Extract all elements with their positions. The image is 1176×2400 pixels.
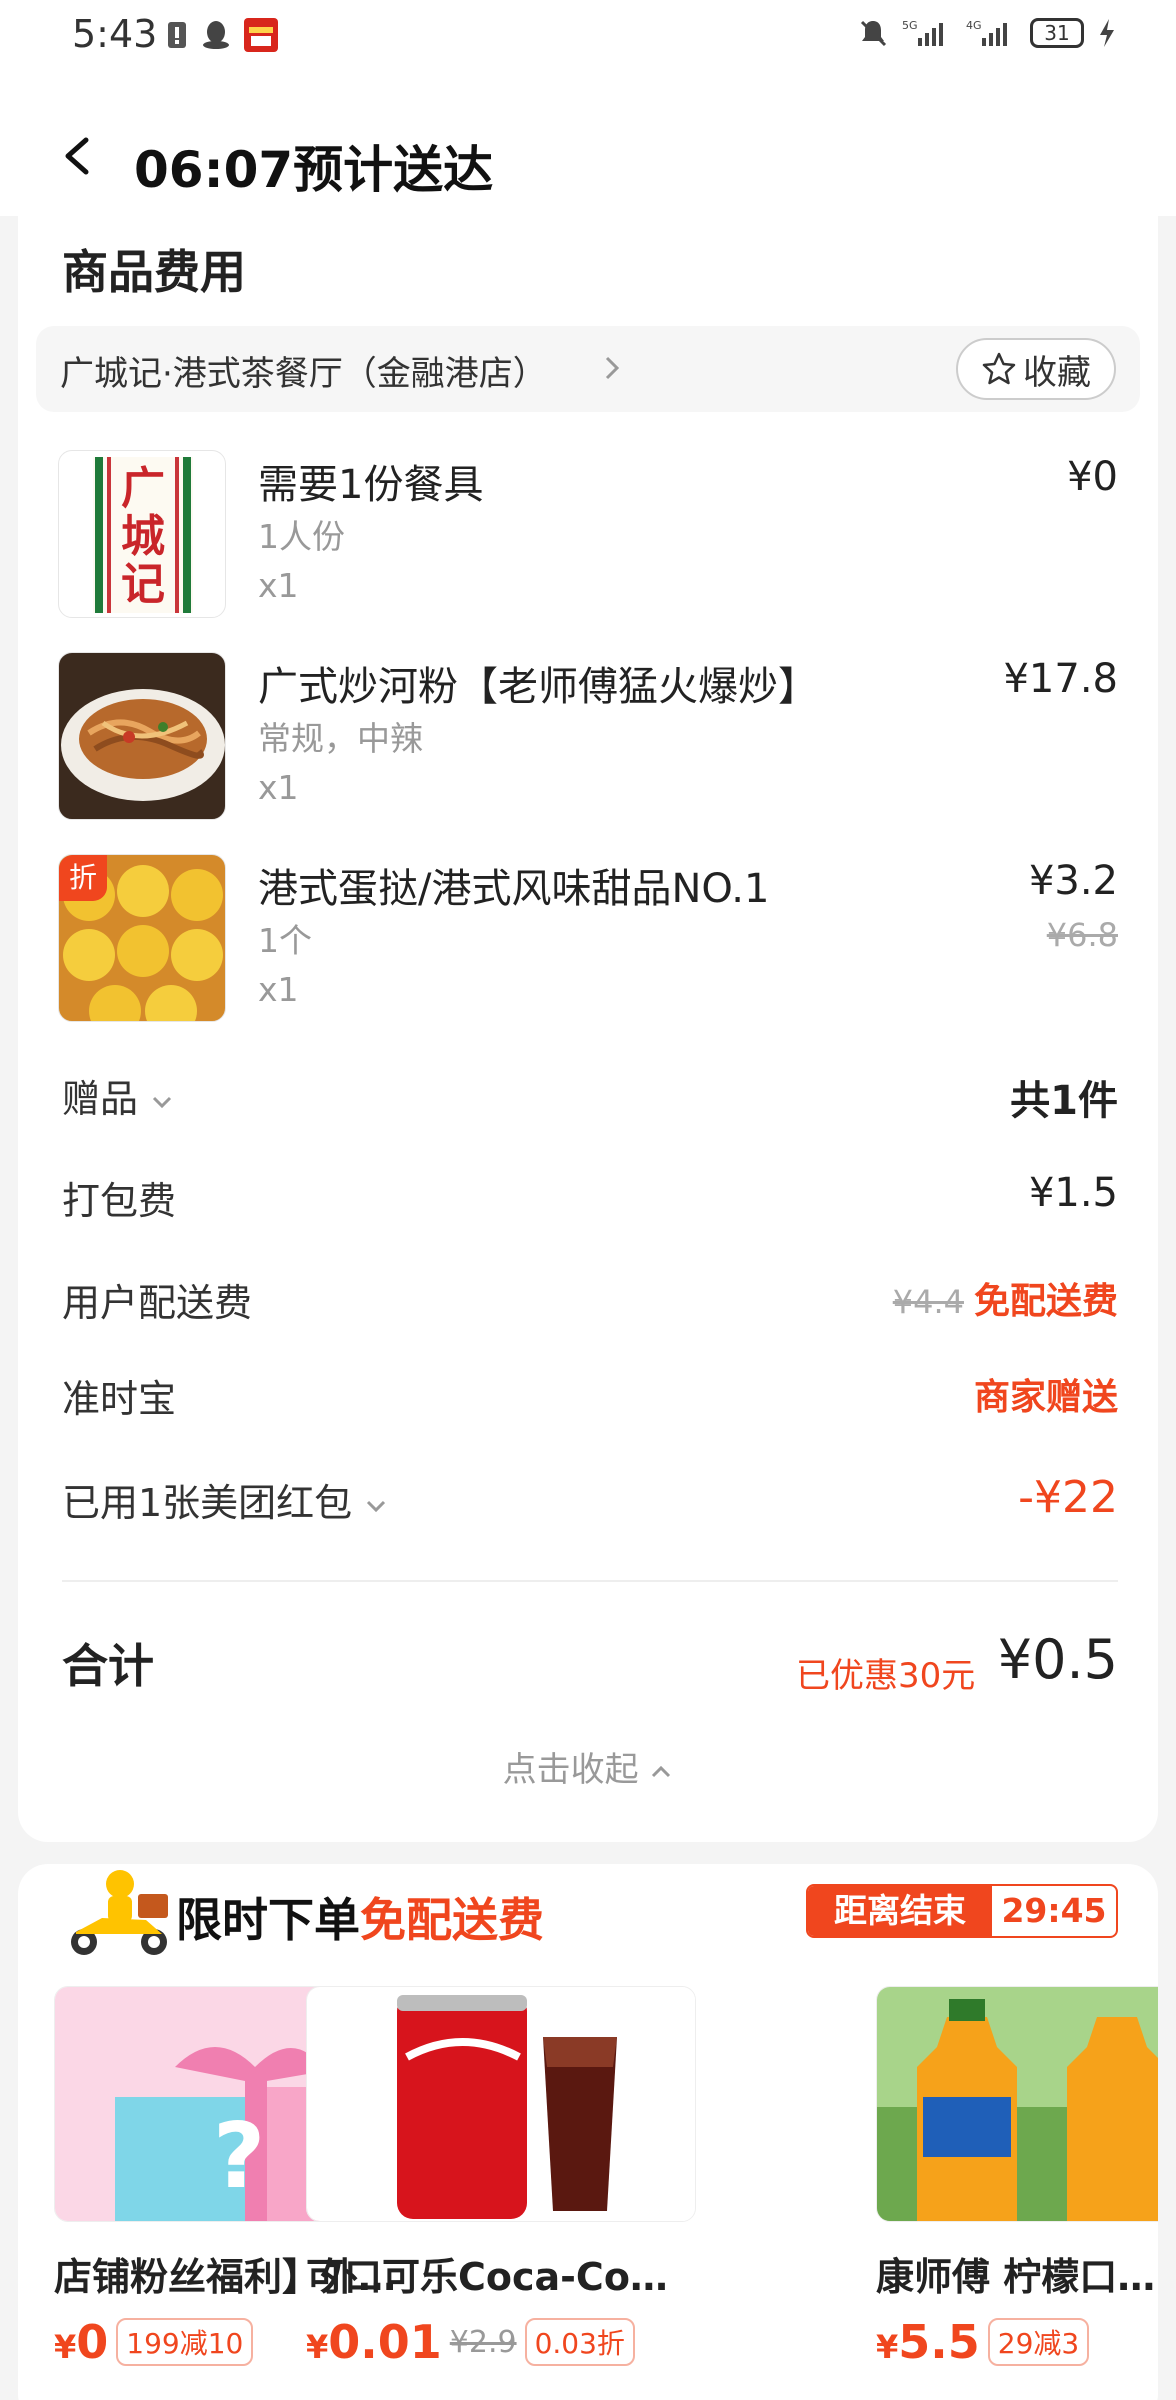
- countdown-timer: 距离结束 29:45: [806, 1884, 1118, 1938]
- item-thumbnail: 广城记: [58, 450, 226, 618]
- product-image: [876, 1986, 1158, 2222]
- thumb-brand-text: 广城记: [121, 463, 165, 610]
- packing-fee-row: 打包费 ¥1.5: [62, 1170, 1118, 1230]
- promo-section: 限时下单免配送费 距离结束 29:45 ? 店铺粉丝福利】外… ¥0 199减1…: [18, 1864, 1158, 2400]
- product-badge: 0.03折: [524, 2318, 635, 2366]
- item-spec: 1人份: [258, 517, 345, 556]
- ontime-row: 准时宝 商家赠送: [62, 1368, 1118, 1428]
- gift-label: 赠品: [62, 1068, 174, 1123]
- promo-product-card[interactable]: 可口可乐Coca-Co… ¥0.01 ¥2.9 0.03折: [306, 1986, 696, 2369]
- shop-row[interactable]: 广城记·港式茶餐厅（金融港店） 收藏: [36, 326, 1140, 412]
- chevron-up-icon: [652, 1765, 671, 1777]
- svg-text:?: ?: [213, 2104, 265, 2209]
- coupon-row[interactable]: 已用1张美团红包 -¥22: [62, 1472, 1118, 1532]
- page-header: 06:07预计送达: [0, 72, 1176, 216]
- ontime-label: 准时宝: [62, 1377, 177, 1421]
- item-name: 需要1份餐具: [258, 462, 484, 508]
- star-icon: [982, 352, 1016, 385]
- collapse-button[interactable]: 点击收起: [18, 1742, 1158, 1791]
- sim-alert-icon: [168, 22, 186, 48]
- order-item: 折 港式蛋挞/港式风味甜品NO.1 1个 x1 ¥3.2 ¥6.8: [58, 854, 1118, 1026]
- packing-fee-label: 打包费: [62, 1179, 177, 1223]
- divider: [62, 1580, 1118, 1582]
- back-arrow-icon[interactable]: [58, 136, 98, 176]
- chevron-down-icon: [367, 1500, 386, 1512]
- item-quantity: x1: [258, 970, 299, 1009]
- status-left-icons: [166, 18, 278, 52]
- coupon-label: 已用1张美团红包: [62, 1472, 388, 1527]
- chevron-right-icon: [605, 356, 620, 380]
- promo-title: 限时下单免配送费: [176, 1893, 544, 1947]
- total-label: 合计: [62, 1639, 154, 1693]
- item-original-price: ¥6.8: [1046, 916, 1118, 954]
- item-spec: 常规，中辣: [258, 719, 423, 758]
- favorite-label: 收藏: [1023, 352, 1091, 393]
- item-quantity: x1: [258, 566, 299, 605]
- qq-icon: [203, 21, 229, 49]
- item-price: ¥0: [1067, 454, 1118, 500]
- countdown-label: 距离结束: [808, 1886, 992, 1936]
- courier-scooter-icon: [71, 1870, 168, 1955]
- packing-fee-value: ¥1.5: [1028, 1170, 1118, 1216]
- delivery-original-fee: ¥4.4: [892, 1283, 964, 1321]
- item-thumbnail: [58, 652, 226, 820]
- mute-bell-icon: [860, 20, 887, 47]
- item-price: ¥3.2: [1028, 858, 1118, 904]
- item-thumbnail: 折: [58, 854, 226, 1022]
- ontime-value: 商家赠送: [973, 1377, 1118, 1418]
- product-badge: 29减3: [987, 2318, 1090, 2366]
- order-item: 广城记 需要1份餐具 1人份 x1 ¥0: [58, 450, 1118, 622]
- total-saved: 已优惠30元: [796, 1656, 976, 1696]
- product-name: 可口可乐Coca-Co…: [306, 2255, 668, 2299]
- coupon-value: -¥22: [1018, 1472, 1118, 1523]
- favorite-button[interactable]: 收藏: [956, 338, 1116, 400]
- item-name: 广式炒河粉【老师傅猛火爆炒】: [258, 664, 818, 710]
- free-delivery-text: 免配送费: [973, 1281, 1118, 1322]
- section-title: 商品费用: [62, 245, 246, 299]
- page-title: 06:07预计送达: [134, 141, 494, 199]
- item-name: 港式蛋挞/港式风味甜品NO.1: [258, 866, 770, 912]
- order-detail-card: 商品费用 广城记·港式茶餐厅（金融港店） 收藏 广城记 需要1份餐具 1人份 x…: [18, 216, 1158, 1842]
- gift-count: 共1件: [1010, 1078, 1118, 1124]
- order-item: 广式炒河粉【老师傅猛火爆炒】 常规，中辣 x1 ¥17.8: [58, 652, 1118, 824]
- product-price: ¥0.01: [306, 2315, 442, 2369]
- chevron-down-icon: [153, 1096, 172, 1108]
- status-right-icons: 5G 4G 31: [858, 18, 1116, 48]
- shop-name[interactable]: 广城记·港式茶餐厅（金融港店）: [60, 346, 547, 395]
- status-bar: 5:43 5G 4G 31: [0, 0, 1176, 72]
- item-price: ¥17.8: [1003, 656, 1118, 702]
- item-quantity: x1: [258, 768, 299, 807]
- product-name: 康师傅 柠檬口味…: [876, 2255, 1158, 2299]
- total-value: ¥0.5: [997, 1628, 1118, 1691]
- item-spec: 1个: [258, 921, 312, 960]
- delivery-fee-row: 用户配送费 ¥4.4 免配送费: [62, 1272, 1118, 1332]
- product-original-price: ¥2.9: [449, 2324, 517, 2360]
- product-price-line: ¥5.5 29减3: [876, 2315, 1158, 2369]
- battery-level: 31: [1030, 18, 1084, 48]
- status-time: 5:43: [72, 12, 158, 56]
- signal-5g-icon: 5G: [902, 19, 943, 46]
- promo-product-card[interactable]: 康师傅 柠檬口味… ¥5.5 29减3: [876, 1986, 1158, 2369]
- product-image: [306, 1986, 696, 2222]
- delivery-fee-value: ¥4.4 免配送费: [893, 1272, 1118, 1324]
- app-icon: [244, 18, 278, 52]
- product-price: ¥0: [54, 2315, 109, 2369]
- product-price: ¥5.5: [876, 2315, 980, 2369]
- countdown-value: 29:45: [1001, 1891, 1107, 1930]
- product-price-line: ¥0.01 ¥2.9 0.03折: [306, 2315, 696, 2369]
- product-badge: 199减10: [116, 2318, 254, 2366]
- gift-row[interactable]: 赠品 共1件: [62, 1068, 1118, 1128]
- svg-text:5G: 5G: [902, 19, 918, 32]
- charging-icon: [1100, 19, 1114, 47]
- discount-tag: 折: [59, 855, 107, 901]
- svg-text:4G: 4G: [966, 19, 982, 32]
- delivery-fee-label: 用户配送费: [62, 1281, 253, 1325]
- signal-4g-icon: 4G: [966, 19, 1007, 46]
